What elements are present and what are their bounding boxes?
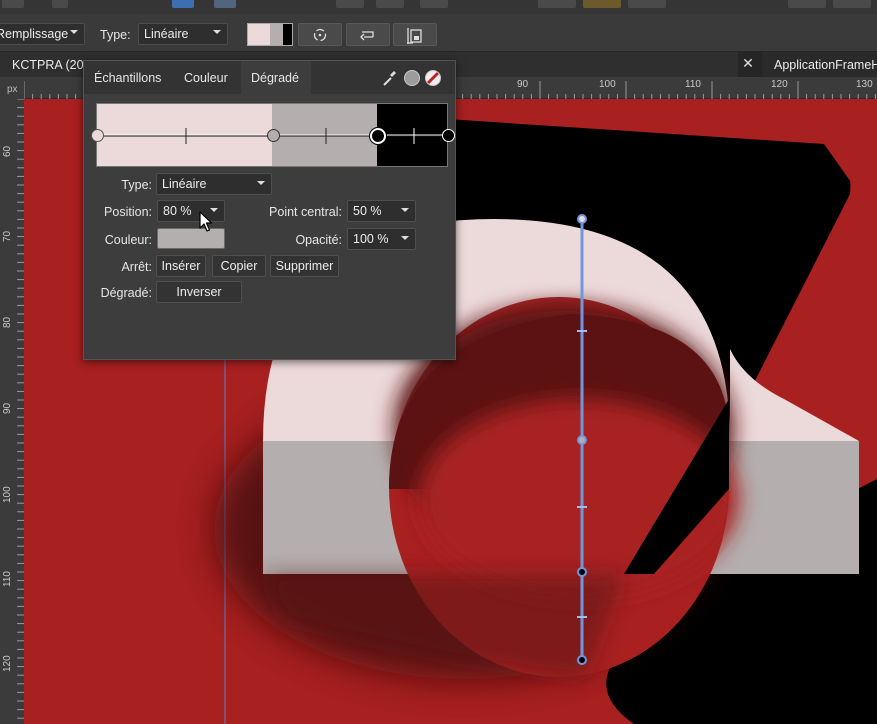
toolbar-button[interactable] (376, 0, 404, 8)
panel-tab-bar: Échantillons Couleur Dégradé (84, 61, 455, 94)
aspect-lock-icon (407, 28, 422, 44)
eyedropper-icon[interactable] (382, 69, 398, 87)
fill-dropdown-label: Remplissage (0, 27, 69, 41)
gradient-handle-end[interactable] (577, 655, 587, 665)
position-field[interactable]: 80 % (157, 200, 225, 222)
mouse-cursor-icon (199, 211, 213, 232)
tab-label: Échantillons (94, 71, 162, 85)
type-label: Type: (100, 28, 131, 42)
fill-dropdown[interactable]: Remplissage (0, 23, 85, 45)
toolbar-button[interactable] (52, 0, 68, 8)
toolbar-button[interactable] (2, 0, 24, 8)
toolbar-button[interactable] (538, 0, 576, 8)
toolbar-button[interactable] (172, 0, 194, 8)
opacity-field[interactable]: 100 % (347, 228, 416, 250)
ruler-unit: px (0, 77, 24, 99)
insert-stop-button[interactable]: Insérer (156, 255, 206, 277)
gradient-type-value: Linéaire (162, 177, 207, 191)
gradient-panel: Échantillons Couleur Dégradé Type: Linéa… (83, 60, 456, 360)
colour-circle-icon[interactable] (404, 70, 420, 86)
no-fill-icon[interactable] (425, 70, 441, 86)
delete-stop-button[interactable]: Supprimer (270, 255, 339, 277)
gradient-handle-stop-mid[interactable] (577, 435, 587, 445)
midpoint-value: 50 % (353, 204, 382, 218)
ruler-tick-label: 100 (2, 486, 13, 503)
tab-gradient[interactable]: Dégradé (241, 61, 311, 94)
colour-label: Couleur: (104, 233, 152, 247)
ruler-tick-label: 120 (771, 79, 788, 90)
ruler-tick-label: 90 (517, 79, 529, 90)
type-dropdown-value: Linéaire (144, 27, 189, 41)
context-toolbar: Remplissage Type: Linéaire (0, 14, 877, 52)
gradient-stop[interactable] (91, 129, 104, 142)
rotate-gradient-button[interactable] (298, 23, 342, 46)
ruler-tick-label: 120 (2, 655, 13, 672)
close-tab-icon[interactable]: ✕ (740, 55, 756, 73)
reverse-gradient-button[interactable] (346, 23, 390, 46)
ruler-tick-label: 60 (2, 145, 13, 157)
gradient-type-dropdown[interactable]: Linéaire (156, 173, 272, 195)
midpoint-label: Point central: (269, 205, 342, 219)
chevron-down-icon (257, 181, 265, 185)
toolbar-button[interactable] (833, 0, 871, 8)
document-tab-title: ApplicationFrameH (774, 58, 877, 72)
toolbar-button[interactable] (336, 0, 364, 8)
toolbar-button[interactable] (214, 0, 236, 8)
ruler-tick-label: 80 (2, 316, 13, 328)
type-label: Type: (121, 178, 152, 192)
document-tab[interactable]: ApplicationFrameH (762, 52, 877, 77)
tab-label: Couleur (184, 71, 228, 85)
chevron-down-icon (213, 30, 221, 34)
toolbar-button[interactable] (628, 0, 666, 8)
gradient-handle-stop-80[interactable] (577, 567, 587, 577)
reverse-icon (360, 31, 374, 41)
position-value: 80 % (163, 204, 192, 218)
gradient-editor-bar[interactable] (91, 103, 455, 167)
ruler-tick-label: 100 (599, 79, 616, 90)
app-window: Remplissage Type: Linéaire KCTPRA (203 ✕… (0, 0, 877, 724)
gradient-aspect-button[interactable] (393, 23, 437, 46)
position-label: Position: (104, 205, 152, 219)
opacity-label: Opacité: (295, 233, 342, 247)
gradient-label: Dégradé: (100, 286, 152, 300)
ruler-tick-label: 110 (2, 571, 13, 587)
copy-stop-button[interactable]: Copier (212, 255, 266, 277)
stop-colour-swatch[interactable] (157, 228, 225, 249)
rotate-icon (313, 28, 327, 42)
ruler-tick-label: 90 (2, 402, 13, 414)
toolbar-button[interactable] (788, 0, 826, 8)
chevron-down-icon (401, 208, 409, 212)
ruler-tick-label: 70 (2, 230, 13, 242)
tab-colour[interactable]: Couleur (174, 61, 240, 94)
vertical-ruler[interactable]: 60 70 80 90 100 110 120 (0, 99, 24, 724)
gradient-stop-selected[interactable] (370, 128, 386, 144)
tab-swatches[interactable]: Échantillons (84, 61, 174, 94)
gradient-preview-swatch[interactable] (247, 23, 293, 46)
toolbar-button[interactable] (420, 0, 448, 8)
toolbar-button[interactable] (583, 0, 621, 8)
ruler-tick-label: 110 (685, 79, 701, 90)
chevron-down-icon (401, 236, 409, 240)
document-tab-title: KCTPRA (203 (12, 58, 91, 72)
ruler-tick-label: 130 (856, 79, 873, 90)
reverse-gradient-button[interactable]: Inverser (156, 281, 242, 303)
chevron-down-icon (70, 30, 78, 34)
type-dropdown[interactable]: Linéaire (138, 23, 228, 45)
opacity-value: 100 % (353, 232, 389, 246)
gradient-stop[interactable] (267, 129, 280, 142)
tab-label: Dégradé (251, 71, 299, 85)
gradient-handle-start[interactable] (577, 214, 587, 224)
main-toolbar-strip (0, 0, 877, 14)
gradient-stop[interactable] (442, 129, 455, 142)
midpoint-field[interactable]: 50 % (347, 200, 416, 222)
stop-label: Arrêt: (121, 260, 152, 274)
